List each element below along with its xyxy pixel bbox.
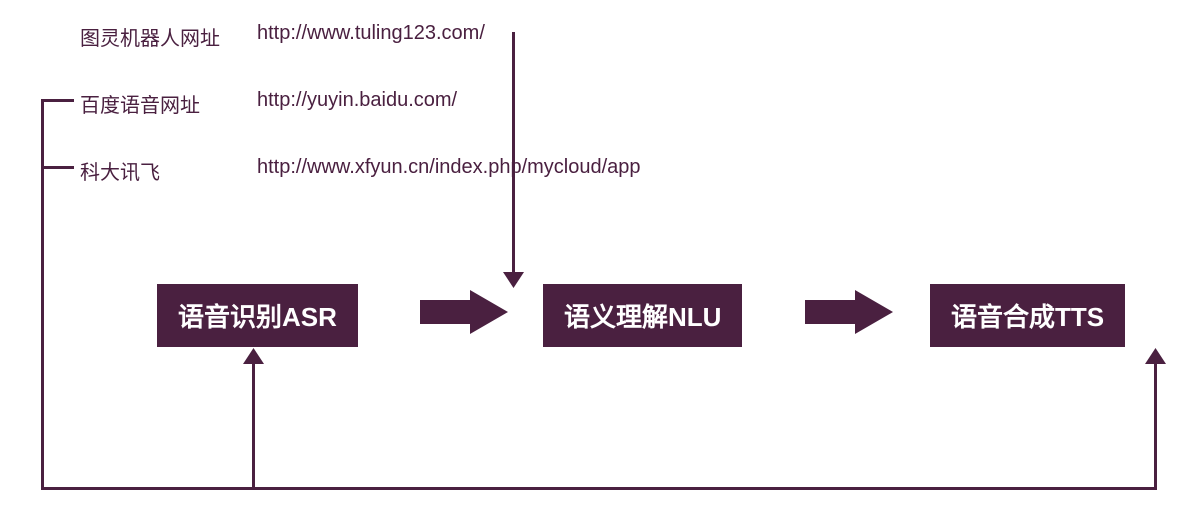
- url-xfyun: http://www.xfyun.cn/index.php/mycloud/ap…: [257, 156, 641, 179]
- connector-tick-baidu: [41, 99, 74, 102]
- connector-bottom-h: [41, 487, 1157, 490]
- connector-tuling-to-nlu-v: [512, 32, 515, 280]
- box-asr: 语音识别ASR: [157, 284, 358, 347]
- connector-left-v: [41, 99, 44, 490]
- url-baidu: http://yuyin.baidu.com/: [257, 89, 457, 112]
- connector-right-v: [1154, 361, 1157, 490]
- box-nlu: 语义理解NLU: [543, 284, 742, 347]
- url-tuling: http://www.tuling123.com/: [257, 22, 485, 45]
- arrow-asr-to-nlu: [420, 290, 510, 339]
- box-tts: 语音合成TTS: [930, 284, 1125, 347]
- connector-tick-xfyun: [41, 166, 74, 169]
- arrowhead-tuling-to-nlu: [503, 272, 524, 293]
- label-tuling: 图灵机器人网址: [80, 22, 220, 51]
- arrow-nlu-to-tts: [805, 290, 895, 339]
- arrowhead-to-tts: [1145, 348, 1166, 369]
- connector-asr-v: [252, 361, 255, 490]
- label-baidu: 百度语音网址: [80, 89, 200, 118]
- arrowhead-to-asr: [243, 348, 264, 369]
- label-xfyun: 科大讯飞: [80, 156, 160, 185]
